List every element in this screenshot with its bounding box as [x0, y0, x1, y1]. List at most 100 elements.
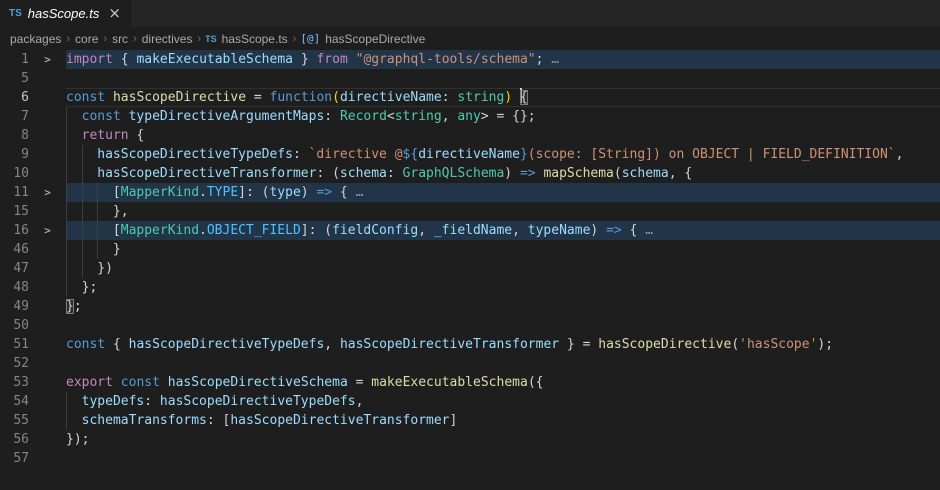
code-line-content[interactable]: schemaTransforms: [hasScopeDirectiveTran… — [66, 411, 940, 430]
code-line-content[interactable] — [66, 354, 940, 373]
code-line[interactable]: 47}) — [0, 259, 940, 278]
code-token: directiveName — [340, 90, 442, 105]
breadcrumb-folder[interactable]: directives — [141, 32, 194, 46]
breadcrumb-folder[interactable]: packages — [9, 32, 62, 46]
code-line-content[interactable] — [66, 69, 940, 88]
code-token: const — [66, 90, 113, 105]
code-line[interactable]: 51const { hasScopeDirectiveTypeDefs, has… — [0, 335, 940, 354]
code-token: , — [442, 109, 458, 124]
code-token: ] — [450, 413, 458, 428]
code-token: string — [457, 90, 504, 105]
fold-arrow-icon — [29, 411, 66, 430]
code-line[interactable]: 54typeDefs: hasScopeDirectiveTypeDefs, — [0, 392, 940, 411]
code-line[interactable]: 7const typeDirectiveArgumentMaps: Record… — [0, 107, 940, 126]
code-line-content[interactable]: }; — [66, 297, 940, 316]
code-line-content[interactable]: const typeDirectiveArgumentMaps: Record<… — [66, 107, 940, 126]
fold-arrow-icon — [29, 145, 66, 164]
code-line[interactable]: 49}; — [0, 297, 940, 316]
code-line-content[interactable] — [66, 316, 940, 335]
code-token: } — [293, 52, 309, 67]
code-line[interactable]: 55schemaTransforms: [hasScopeDirectiveTr… — [0, 411, 940, 430]
code-line-content[interactable]: } — [66, 240, 940, 259]
breadcrumb-symbol[interactable]: hasScopeDirective — [324, 32, 426, 46]
typescript-file-icon: TS — [9, 8, 22, 19]
fold-arrow-icon — [29, 107, 66, 126]
code-line[interactable]: 50 — [0, 316, 940, 335]
code-line[interactable]: 46} — [0, 240, 940, 259]
code-token: = — [348, 375, 371, 390]
fold-arrow-icon — [29, 335, 66, 354]
code-token: ( — [731, 337, 739, 352]
code-token: [ — [113, 223, 121, 238]
code-line[interactable]: 8return { — [0, 126, 940, 145]
code-token: ); — [817, 337, 833, 352]
breadcrumb-file[interactable]: hasScope.ts — [221, 32, 289, 46]
code-token: schema — [622, 166, 669, 181]
indent-guide — [82, 202, 98, 221]
code-token: { — [105, 337, 128, 352]
code-line-content[interactable]: [MapperKind.OBJECT_FIELD]: (fieldConfig,… — [66, 221, 940, 240]
code-token: from — [309, 52, 356, 67]
code-line-content[interactable]: [MapperKind.TYPE]: (type) => { … — [66, 183, 940, 202]
code-line[interactable]: 53 export const hasScopeDirectiveSchema =… — [0, 373, 940, 392]
code-line-content[interactable]: const hasScopeDirective = function(direc… — [66, 88, 940, 107]
code-token: "@graphql-tools/schema" — [356, 52, 536, 67]
code-line[interactable]: 15}, — [0, 202, 940, 221]
indent-guide — [66, 183, 82, 202]
fold-arrow-icon[interactable]: > — [29, 50, 66, 69]
code-line[interactable]: 5 — [0, 69, 940, 88]
code-token: type — [269, 185, 300, 200]
code-token: import — [66, 52, 121, 67]
code-line-content[interactable]: return { — [66, 126, 940, 145]
fold-arrow-icon — [29, 88, 66, 107]
code-line-content[interactable]: }, — [66, 202, 940, 221]
code-token: { — [129, 128, 145, 143]
line-number: 53 — [0, 373, 29, 392]
code-token: , — [512, 223, 528, 238]
tab-hasscope[interactable]: TS hasScope.ts × — [0, 0, 131, 27]
code-line[interactable]: 1>import { makeExecutableSchema } from "… — [0, 50, 940, 69]
code-line-content[interactable]: typeDefs: hasScopeDirectiveTypeDefs, — [66, 392, 940, 411]
code-token: hasScopeDirectiveTypeDefs — [160, 394, 356, 409]
code-line-content[interactable]: hasScopeDirectiveTransformer: (schema: G… — [66, 164, 940, 183]
code-token: ( — [614, 166, 622, 181]
code-line[interactable]: 16>[MapperKind.OBJECT_FIELD]: (fieldConf… — [0, 221, 940, 240]
code-line[interactable]: 10 hasScopeDirectiveTransformer: (schema:… — [0, 164, 940, 183]
indent-guide — [82, 240, 98, 259]
fold-arrow-icon[interactable]: > — [29, 221, 66, 240]
breadcrumb-folder[interactable]: core — [74, 32, 99, 46]
code-line-content[interactable]: }; — [66, 278, 940, 297]
code-line-content[interactable]: export const hasScopeDirectiveSchema = m… — [66, 373, 940, 392]
code-editor[interactable]: 1>import { makeExecutableSchema } from "… — [0, 50, 940, 468]
code-line[interactable]: 57 — [0, 449, 940, 468]
code-token — [160, 375, 168, 390]
code-line[interactable]: 56}); — [0, 430, 940, 449]
code-line-content[interactable]: }); — [66, 430, 940, 449]
code-line[interactable]: 9hasScopeDirectiveTypeDefs: `directive @… — [0, 145, 940, 164]
fold-arrow-icon[interactable]: > — [29, 183, 66, 202]
close-icon[interactable]: × — [108, 6, 121, 21]
code-token: => — [520, 166, 536, 181]
code-token: { — [332, 185, 355, 200]
code-line-content[interactable] — [66, 449, 940, 468]
code-line-content[interactable]: import { makeExecutableSchema } from "@g… — [66, 50, 940, 69]
tab-bar: TS hasScope.ts × — [0, 0, 940, 27]
breadcrumb-folder[interactable]: src — [111, 32, 129, 46]
code-line[interactable]: 6const hasScopeDirective = function(dire… — [0, 88, 940, 107]
code-line[interactable]: 48}; — [0, 278, 940, 297]
code-token — [113, 375, 121, 390]
code-line-content[interactable]: }) — [66, 259, 940, 278]
indent-guide — [82, 164, 98, 183]
indent-guide — [66, 259, 82, 278]
code-line-content[interactable]: const { hasScopeDirectiveTypeDefs, hasSc… — [66, 335, 940, 354]
code-line[interactable]: 52 — [0, 354, 940, 373]
code-line[interactable]: 11>[MapperKind.TYPE]: (type) => { … — [0, 183, 940, 202]
indent-guide — [97, 240, 113, 259]
indent-guide — [66, 145, 82, 164]
code-line-content[interactable]: hasScopeDirectiveTypeDefs: `directive @$… — [66, 145, 940, 164]
code-token: ; — [74, 299, 82, 314]
line-number: 10 — [0, 164, 29, 183]
chevron-right-icon: › — [99, 33, 111, 45]
code-token: MapperKind — [121, 185, 199, 200]
code-token: hasScopeDirectiveSchema — [168, 375, 348, 390]
